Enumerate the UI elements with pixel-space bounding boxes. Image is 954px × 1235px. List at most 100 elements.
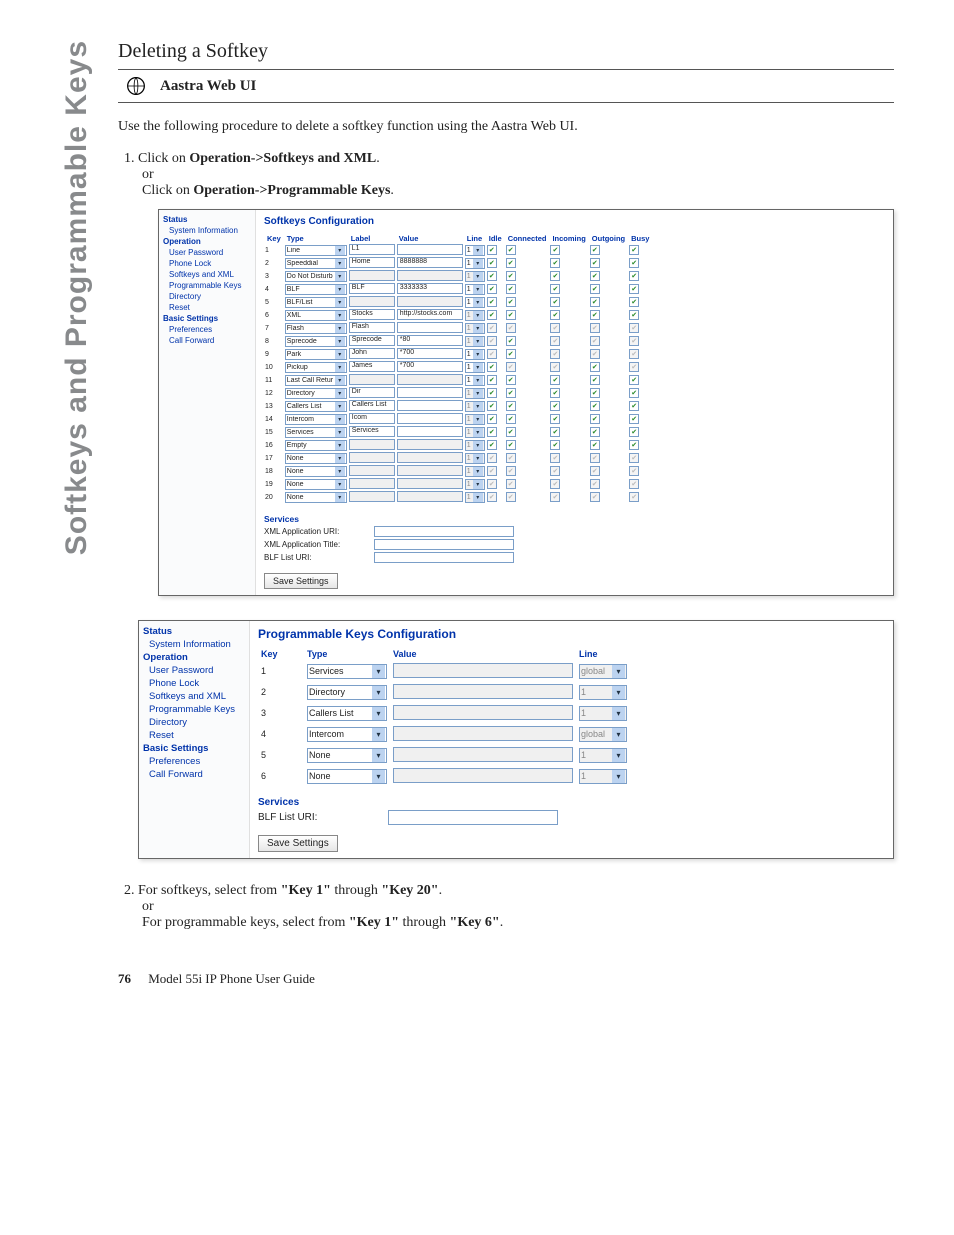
text-input[interactable]	[397, 244, 463, 255]
blf-uri-input[interactable]	[374, 552, 514, 563]
text-input[interactable]: L1	[349, 244, 395, 255]
checkbox[interactable]: ✔	[590, 440, 600, 450]
text-input[interactable]	[397, 270, 463, 281]
text-input[interactable]	[349, 270, 395, 281]
checkbox[interactable]: ✔	[550, 310, 560, 320]
nav-skxml[interactable]: Softkeys and XML	[159, 269, 255, 280]
checkbox[interactable]: ✔	[629, 271, 639, 281]
checkbox[interactable]: ✔	[629, 427, 639, 437]
text-input[interactable]	[397, 322, 463, 333]
type-select[interactable]: 1▾	[465, 271, 485, 282]
nav-sysinfo[interactable]: System Information	[159, 225, 255, 236]
type-select[interactable]: Empty▾	[285, 440, 347, 451]
text-input[interactable]: *700	[397, 361, 463, 372]
text-input[interactable]	[397, 400, 463, 411]
checkbox[interactable]: ✔	[550, 245, 560, 255]
text-input[interactable]	[393, 747, 573, 762]
type-select[interactable]: 1▾	[465, 453, 485, 464]
checkbox[interactable]: ✔	[629, 310, 639, 320]
checkbox[interactable]: ✔	[506, 271, 516, 281]
text-input[interactable]	[397, 387, 463, 398]
xml-title-input[interactable]	[374, 539, 514, 550]
type-select[interactable]: 1▾	[465, 492, 485, 503]
type-select[interactable]: Sprecode▾	[285, 336, 347, 347]
checkbox[interactable]: ✔	[487, 440, 497, 450]
checkbox[interactable]: ✔	[506, 310, 516, 320]
text-input[interactable]	[393, 705, 573, 720]
type-select[interactable]: 1▾	[465, 466, 485, 477]
checkbox[interactable]: ✔	[506, 440, 516, 450]
type-select[interactable]: Callers List▾	[307, 706, 387, 721]
type-select[interactable]: 1▾	[465, 297, 485, 308]
type-select[interactable]: Park▾	[285, 349, 347, 360]
text-input[interactable]	[349, 374, 395, 385]
nav-skxml[interactable]: Softkeys and XML	[139, 690, 249, 703]
checkbox[interactable]: ✔	[550, 375, 560, 385]
type-select[interactable]: None▾	[285, 466, 347, 477]
type-select[interactable]: 1▾	[579, 769, 627, 784]
checkbox[interactable]: ✔	[629, 440, 639, 450]
type-select[interactable]: Intercom▾	[285, 414, 347, 425]
type-select[interactable]: Speeddial▾	[285, 258, 347, 269]
text-input[interactable]: BLF	[349, 283, 395, 294]
text-input[interactable]	[393, 726, 573, 741]
text-input[interactable]	[349, 465, 395, 476]
text-input[interactable]	[397, 296, 463, 307]
text-input[interactable]: Callers List	[349, 400, 395, 411]
text-input[interactable]	[397, 426, 463, 437]
text-input[interactable]: *700	[397, 348, 463, 359]
checkbox[interactable]: ✔	[590, 401, 600, 411]
type-select[interactable]: 1▾	[465, 323, 485, 334]
type-select[interactable]: Directory▾	[285, 388, 347, 399]
checkbox[interactable]: ✔	[487, 310, 497, 320]
checkbox[interactable]: ✔	[487, 284, 497, 294]
text-input[interactable]: Dir	[349, 387, 395, 398]
type-select[interactable]: 1▾	[465, 245, 485, 256]
type-select[interactable]: 1▾	[465, 258, 485, 269]
nav-directory[interactable]: Directory	[139, 716, 249, 729]
nav-phonelock[interactable]: Phone Lock	[159, 258, 255, 269]
checkbox[interactable]: ✔	[506, 258, 516, 268]
text-input[interactable]	[397, 478, 463, 489]
text-input[interactable]: Icom	[349, 413, 395, 424]
checkbox[interactable]: ✔	[629, 258, 639, 268]
type-select[interactable]: Flash▾	[285, 323, 347, 334]
checkbox[interactable]: ✔	[487, 258, 497, 268]
nav-cfwd[interactable]: Call Forward	[139, 768, 249, 781]
checkbox[interactable]: ✔	[550, 271, 560, 281]
checkbox[interactable]: ✔	[506, 388, 516, 398]
nav-progkeys[interactable]: Programmable Keys	[139, 703, 249, 716]
type-select[interactable]: 1▾	[465, 414, 485, 425]
text-input[interactable]: John	[349, 348, 395, 359]
checkbox[interactable]: ✔	[487, 388, 497, 398]
type-select[interactable]: None▾	[307, 769, 387, 784]
checkbox[interactable]: ✔	[629, 284, 639, 294]
save-settings-button[interactable]: Save Settings	[264, 573, 338, 589]
checkbox[interactable]: ✔	[487, 297, 497, 307]
checkbox[interactable]: ✔	[487, 414, 497, 424]
checkbox[interactable]: ✔	[550, 427, 560, 437]
nav-reset[interactable]: Reset	[139, 729, 249, 742]
text-input[interactable]: Flash	[349, 322, 395, 333]
type-select[interactable]: 1▾	[465, 440, 485, 451]
text-input[interactable]	[393, 684, 573, 699]
type-select[interactable]: None▾	[285, 479, 347, 490]
type-select[interactable]: 1▾	[579, 685, 627, 700]
type-select[interactable]: global▾	[579, 727, 627, 742]
checkbox[interactable]: ✔	[590, 427, 600, 437]
nav-basic[interactable]: Basic Settings	[159, 313, 255, 324]
text-input[interactable]	[349, 478, 395, 489]
nav-userpw[interactable]: User Password	[159, 247, 255, 258]
type-select[interactable]: 1▾	[465, 336, 485, 347]
checkbox[interactable]: ✔	[629, 375, 639, 385]
text-input[interactable]: Sprecode	[349, 335, 395, 346]
type-select[interactable]: XML▾	[285, 310, 347, 321]
blf-uri-input[interactable]	[388, 810, 558, 825]
checkbox[interactable]: ✔	[550, 284, 560, 294]
checkbox[interactable]: ✔	[590, 258, 600, 268]
type-select[interactable]: 1▾	[579, 706, 627, 721]
type-select[interactable]: 1▾	[465, 479, 485, 490]
type-select[interactable]: Intercom▾	[307, 727, 387, 742]
nav-prefs[interactable]: Preferences	[159, 324, 255, 335]
text-input[interactable]	[397, 465, 463, 476]
